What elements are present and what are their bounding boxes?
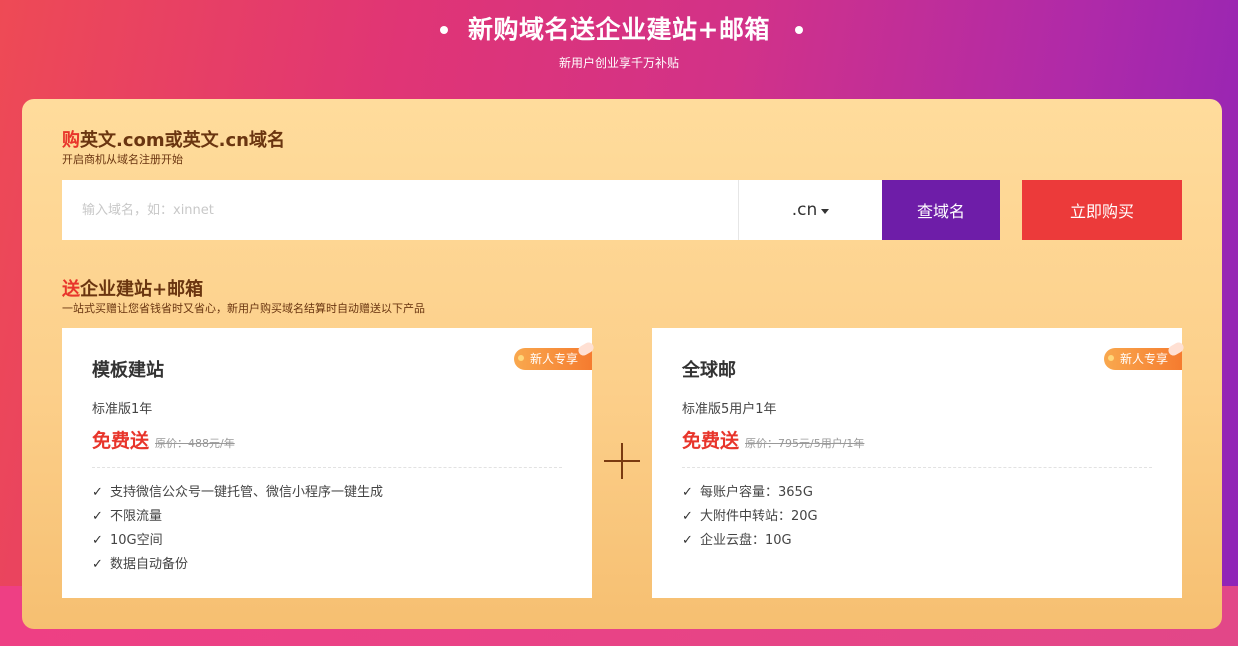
query-domain-button[interactable]: 查域名 — [882, 180, 1000, 240]
hero-title: 新购域名送企业建站+邮箱 — [468, 15, 770, 44]
tag-icon — [576, 340, 596, 358]
gift-title-highlight: 送 — [62, 279, 80, 300]
feature-text: 数据自动备份 — [110, 557, 189, 572]
check-icon: ✓ — [92, 557, 103, 572]
check-icon: ✓ — [682, 485, 693, 500]
plus-icon — [604, 443, 640, 479]
bullet-dot-right — [795, 26, 803, 34]
check-icon: ✓ — [92, 485, 103, 500]
feature-text: 企业云盘：10G — [700, 533, 792, 548]
card-spec: 标准版5用户1年 — [682, 402, 777, 417]
check-icon: ✓ — [92, 509, 103, 524]
domain-suffix-select[interactable]: .cn — [738, 180, 882, 240]
badge-label: 新人专享 — [1119, 352, 1168, 366]
free-label: 免费送 — [92, 430, 150, 452]
domain-suffix-value: .cn — [791, 200, 818, 220]
price-row: 免费送 原价：795元/5用户/1年 — [682, 426, 864, 453]
dashed-divider — [682, 467, 1152, 468]
domain-section-title: 购英文.com或英文.cn域名 — [62, 126, 285, 152]
feature-text: 大附件中转站：20G — [700, 509, 818, 524]
free-label: 免费送 — [682, 430, 740, 452]
new-user-badge: 新人专享 — [1103, 340, 1186, 370]
feature-item: ✓ 数据自动备份 — [92, 553, 383, 577]
feature-text: 支持微信公众号一键托管、微信小程序一键生成 — [110, 485, 384, 500]
feature-text: 每账户容量：365G — [700, 485, 813, 500]
check-icon: ✓ — [682, 533, 693, 548]
domain-title-highlight: 购 — [62, 130, 80, 151]
feature-list: ✓ 每账户容量：365G ✓ 大附件中转站：20G ✓ 企业云盘：10G — [682, 481, 818, 553]
buy-now-button[interactable]: 立即购买 — [1022, 180, 1182, 240]
hero-subtitle: 新用户创业享千万补贴 — [558, 56, 679, 70]
card-title: 模板建站 — [92, 360, 164, 381]
feature-item: ✓ 不限流量 — [92, 505, 383, 529]
gift-title-text: 企业建站+邮箱 — [80, 279, 204, 300]
new-user-badge: 新人专享 — [513, 340, 596, 370]
gift-section-subtitle: 一站式买赠让您省钱省时又省心，新用户购买域名结算时自动赠送以下产品 — [62, 302, 425, 315]
feature-item: ✓ 每账户容量：365G — [682, 481, 818, 505]
feature-item: ✓ 支持微信公众号一键托管、微信小程序一键生成 — [92, 481, 383, 505]
badge-label: 新人专享 — [529, 352, 578, 366]
card-title: 全球邮 — [682, 360, 736, 381]
feature-text: 不限流量 — [110, 509, 163, 524]
tag-icon — [1166, 340, 1186, 358]
chevron-down-icon — [821, 209, 830, 214]
price-row: 免费送 原价：488元/年 — [92, 426, 235, 453]
feature-item: ✓ 企业云盘：10G — [682, 529, 818, 553]
check-icon: ✓ — [92, 533, 103, 548]
product-card-email: 新人专享 全球邮 标准版5用户1年 免费送 原价：795元/5用户/1年 ✓ 每账… — [652, 328, 1186, 598]
domain-search-input[interactable] — [62, 180, 738, 240]
original-price: 原价：795元/5用户/1年 — [745, 437, 865, 450]
dashed-divider — [92, 467, 562, 468]
original-price: 原价：488元/年 — [155, 437, 235, 450]
gift-section-title: 送企业建站+邮箱 — [62, 275, 203, 301]
feature-text: 10G空间 — [110, 533, 163, 548]
domain-title-text: 英文.com或英文.cn域名 — [80, 130, 285, 151]
product-card-website: 新人专享 模板建站 标准版1年 免费送 原价：488元/年 ✓ 支持微信公众号一键… — [62, 328, 596, 598]
domain-section-subtitle: 开启商机从域名注册开始 — [62, 153, 183, 166]
check-icon: ✓ — [682, 509, 693, 524]
feature-item: ✓ 大附件中转站：20G — [682, 505, 818, 529]
card-spec: 标准版1年 — [92, 402, 153, 417]
feature-list: ✓ 支持微信公众号一键托管、微信小程序一键生成 ✓ 不限流量 ✓ 10G空间 ✓ 数据自… — [92, 481, 383, 577]
feature-item: ✓ 10G空间 — [92, 529, 383, 553]
promo-panel: 购英文.com或英文.cn域名 开启商机从域名注册开始 .cn 查域名 立即购买… — [22, 99, 1222, 629]
sparkle-icon — [1107, 355, 1114, 361]
sparkle-icon — [517, 355, 524, 361]
